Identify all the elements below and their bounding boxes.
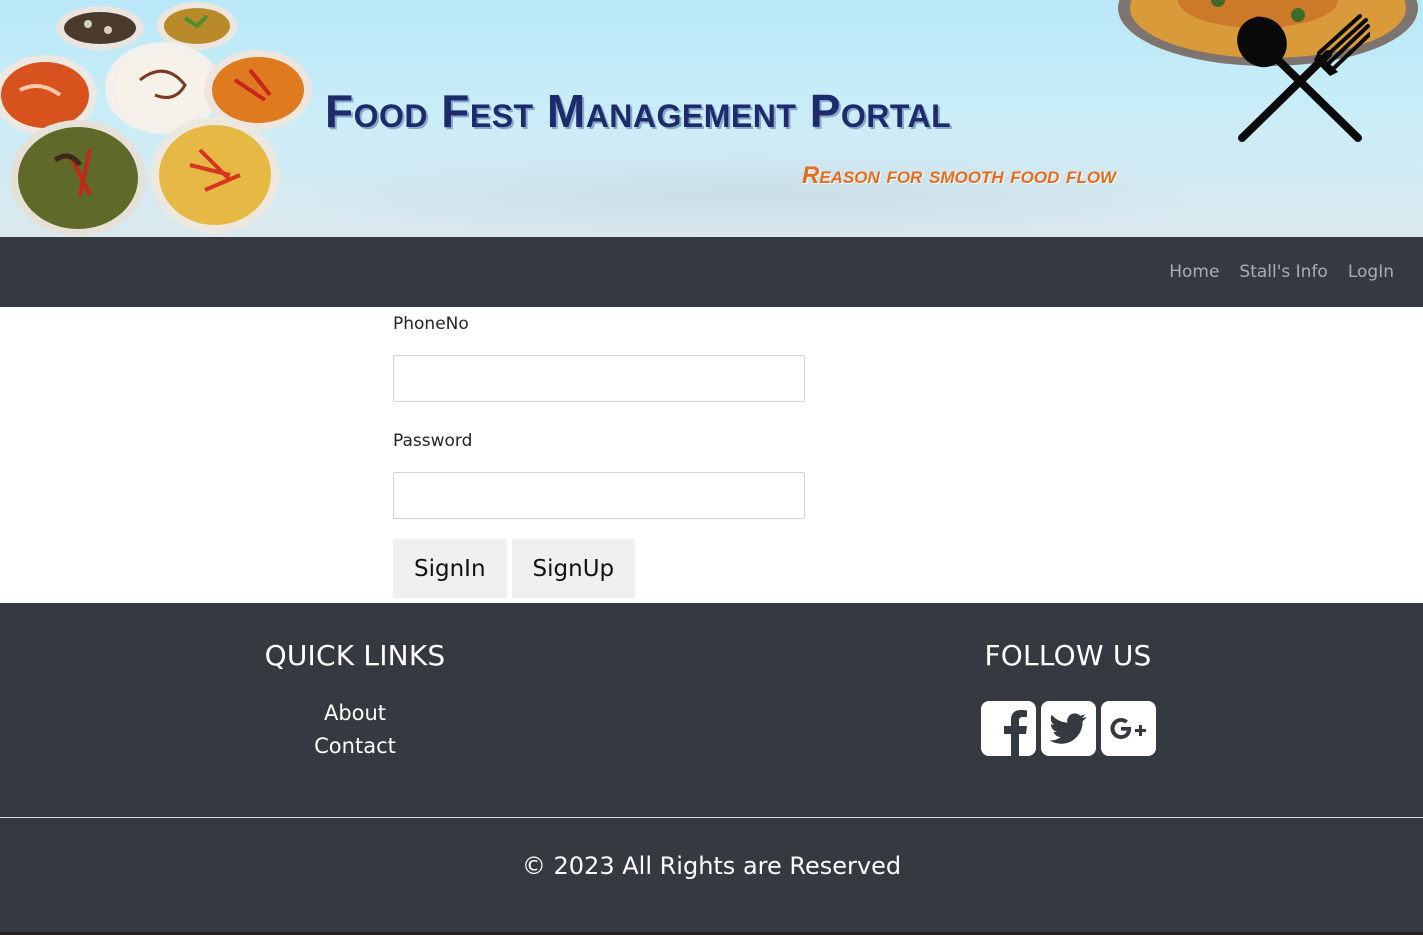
quick-links-heading: QUICK LINKS [264, 639, 446, 672]
food-collage-image [0, 2, 312, 236]
follow-us-section: FOLLOW US [918, 639, 1218, 756]
site-tagline: Reason for smooth food flow [802, 162, 1117, 189]
phone-label: PhoneNo [393, 314, 469, 334]
facebook-icon[interactable] [980, 701, 1036, 756]
copyright-text: © 2023 All Rights are Reserved [521, 852, 902, 880]
password-input[interactable] [393, 472, 805, 519]
nav-link-login[interactable]: LogIn [1348, 262, 1394, 282]
signup-button[interactable]: SignUp [511, 539, 636, 598]
signin-button[interactable]: SignIn [393, 539, 507, 598]
phone-input[interactable] [393, 355, 805, 402]
google-plus-icon[interactable] [1100, 701, 1156, 756]
footer-divider [0, 817, 1423, 818]
spoon-fork-icon [1237, 14, 1370, 142]
form-buttons: SignIn SignUp [393, 539, 805, 598]
follow-us-heading: FOLLOW US [984, 639, 1152, 672]
password-label: Password [393, 431, 473, 451]
page-footer: QUICK LINKS About Contact FOLLOW US © 20… [0, 603, 1423, 935]
quick-links-list: About Contact [205, 697, 505, 763]
top-navbar: Home Stall's Info LogIn [0, 237, 1423, 307]
site-title: Food Fest Management Portal [325, 85, 952, 137]
quick-links-section: QUICK LINKS About Contact [205, 639, 505, 763]
login-form: PhoneNo Password SignIn SignUp [393, 307, 805, 598]
twitter-icon[interactable] [1040, 701, 1096, 756]
footer-link-about[interactable]: About [205, 697, 505, 730]
footer-link-contact[interactable]: Contact [205, 730, 505, 763]
social-icons [918, 701, 1218, 756]
header-banner: Food Fest Management Portal Reason for s… [0, 0, 1423, 237]
nav-links: Home Stall's Info LogIn [1149, 237, 1394, 307]
nav-link-stalls-info[interactable]: Stall's Info [1239, 262, 1327, 282]
nav-link-home[interactable]: Home [1169, 262, 1219, 282]
